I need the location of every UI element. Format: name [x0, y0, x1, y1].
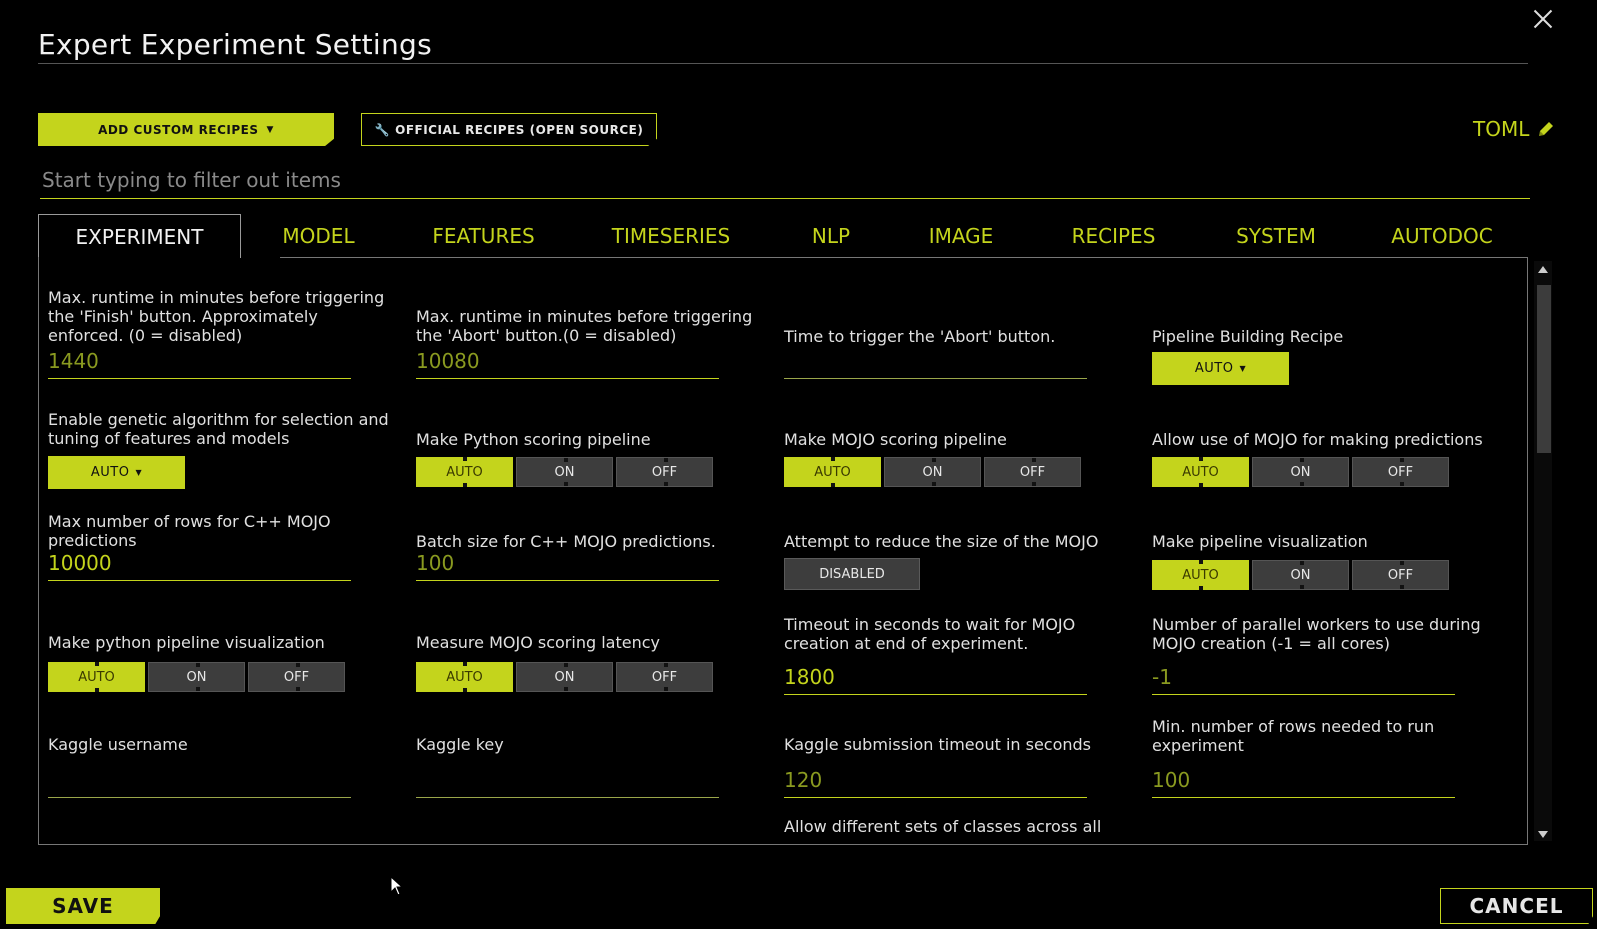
pipeline-viz-auto[interactable]: AUTO: [1152, 560, 1249, 590]
pipeline-viz-label: Make pipeline visualization: [1152, 532, 1368, 551]
tab-nlp[interactable]: NLP: [771, 214, 891, 258]
filter-input[interactable]: Start typing to filter out items: [40, 166, 1530, 199]
toml-button[interactable]: TOML: [1473, 117, 1555, 141]
abort-runtime-label: Max. runtime in minutes before triggerin…: [416, 307, 753, 345]
mojo-scoring-toggle: AUTO ON OFF: [784, 457, 1081, 487]
tab-image[interactable]: IMAGE: [891, 214, 1031, 258]
mojo-latency-toggle: AUTO ON OFF: [416, 662, 713, 692]
abort-runtime-input[interactable]: 10080: [416, 344, 719, 379]
kaggle-key-input[interactable]: [416, 763, 719, 798]
tab-system[interactable]: SYSTEM: [1196, 214, 1356, 258]
mojo-predictions-toggle: AUTO ON OFF: [1152, 457, 1449, 487]
python-pipeline-viz-toggle: AUTO ON OFF: [48, 662, 345, 692]
scrollbar-thumb[interactable]: [1537, 285, 1551, 453]
mouse-cursor-icon: [390, 876, 404, 896]
reduce-mojo-label: Attempt to reduce the size of the MOJO: [784, 532, 1099, 551]
tab-model[interactable]: MODEL: [241, 214, 396, 258]
wrench-icon: 🔧: [374, 122, 391, 137]
pipeline-recipe-value: AUTO: [1194, 361, 1234, 376]
title-divider: [38, 63, 1528, 64]
mojo-scoring-on[interactable]: ON: [884, 457, 981, 487]
mojo-predictions-on[interactable]: ON: [1252, 457, 1349, 487]
mojo-timeout-input[interactable]: 1800: [784, 660, 1087, 695]
finish-runtime-label: Max. runtime in minutes before triggerin…: [48, 288, 385, 345]
max-rows-mojo-label: Max number of rows for C++ MOJO predicti…: [48, 512, 331, 550]
tab-recipes[interactable]: RECIPES: [1031, 214, 1196, 258]
kaggle-username-label: Kaggle username: [48, 735, 188, 754]
python-scoring-on[interactable]: ON: [516, 457, 613, 487]
kaggle-username-input[interactable]: [48, 763, 351, 798]
python-pipeline-viz-auto[interactable]: AUTO: [48, 662, 145, 692]
official-recipes-button[interactable]: 🔧 OFFICIAL RECIPES (OPEN SOURCE): [361, 113, 657, 146]
mojo-predictions-off[interactable]: OFF: [1352, 457, 1449, 487]
mojo-latency-off[interactable]: OFF: [616, 662, 713, 692]
kaggle-timeout-input[interactable]: 120: [784, 763, 1087, 798]
kaggle-key-label: Kaggle key: [416, 735, 504, 754]
pipeline-viz-off[interactable]: OFF: [1352, 560, 1449, 590]
min-rows-input[interactable]: 100: [1152, 763, 1455, 798]
genetic-algo-label: Enable genetic algorithm for selection a…: [48, 410, 389, 448]
add-custom-recipes-button[interactable]: ADD CUSTOM RECIPES ▼: [38, 113, 334, 146]
genetic-algo-dropdown[interactable]: AUTO ▼: [48, 456, 185, 489]
caret-down-icon: ▼: [135, 468, 143, 477]
python-pipeline-viz-label: Make python pipeline visualization: [48, 633, 325, 652]
python-pipeline-viz-off[interactable]: OFF: [248, 662, 345, 692]
mojo-latency-label: Measure MOJO scoring latency: [416, 633, 660, 652]
pipeline-viz-on[interactable]: ON: [1252, 560, 1349, 590]
genetic-algo-value: AUTO: [90, 465, 130, 480]
mojo-workers-label: Number of parallel workers to use during…: [1152, 615, 1481, 653]
mojo-workers-input[interactable]: -1: [1152, 660, 1455, 695]
kaggle-timeout-label: Kaggle submission timeout in seconds: [784, 735, 1092, 754]
scroll-down-icon[interactable]: [1538, 831, 1548, 838]
caret-down-icon: ▼: [1239, 364, 1247, 373]
mojo-timeout-label: Timeout in seconds to wait for MOJO crea…: [784, 615, 1076, 653]
python-pipeline-viz-on[interactable]: ON: [148, 662, 245, 692]
min-rows-label: Min. number of rows needed to run experi…: [1152, 717, 1435, 755]
tab-autodoc[interactable]: AUTODOC: [1356, 214, 1528, 258]
caret-down-icon: ▼: [266, 124, 274, 135]
python-scoring-toggle: AUTO ON OFF: [416, 457, 713, 487]
cancel-button[interactable]: CANCEL: [1440, 888, 1593, 924]
add-custom-recipes-label: ADD CUSTOM RECIPES: [98, 122, 259, 137]
pipeline-recipe-dropdown[interactable]: AUTO ▼: [1152, 352, 1289, 385]
reduce-mojo-button[interactable]: DISABLED: [784, 558, 920, 590]
max-rows-mojo-input[interactable]: 10000: [48, 546, 351, 581]
pencil-icon: [1539, 122, 1554, 136]
pipeline-viz-toggle: AUTO ON OFF: [1152, 560, 1449, 590]
tab-features[interactable]: FEATURES: [396, 214, 571, 258]
filter-placeholder: Start typing to filter out items: [42, 168, 341, 192]
toml-label: TOML: [1473, 117, 1530, 141]
mojo-scoring-label: Make MOJO scoring pipeline: [784, 430, 1007, 449]
mojo-scoring-auto[interactable]: AUTO: [784, 457, 881, 487]
close-icon[interactable]: [1530, 6, 1556, 32]
python-scoring-off[interactable]: OFF: [616, 457, 713, 487]
python-scoring-auto[interactable]: AUTO: [416, 457, 513, 487]
tab-bar: EXPERIMENT MODEL FEATURES TIMESERIES NLP…: [38, 214, 1528, 258]
finish-runtime-input[interactable]: 1440: [48, 344, 351, 379]
diff-classes-label: Allow different sets of classes across a…: [784, 817, 1102, 836]
mojo-scoring-off[interactable]: OFF: [984, 457, 1081, 487]
tab-experiment[interactable]: EXPERIMENT: [38, 214, 241, 258]
mojo-predictions-label: Allow use of MOJO for making predictions: [1152, 430, 1483, 449]
save-button[interactable]: SAVE: [6, 888, 160, 924]
mojo-latency-on[interactable]: ON: [516, 662, 613, 692]
mojo-latency-auto[interactable]: AUTO: [416, 662, 513, 692]
mojo-predictions-auto[interactable]: AUTO: [1152, 457, 1249, 487]
pipeline-recipe-label: Pipeline Building Recipe: [1152, 327, 1344, 346]
scroll-up-icon[interactable]: [1538, 266, 1548, 273]
dialog-title: Expert Experiment Settings: [38, 28, 432, 61]
python-scoring-label: Make Python scoring pipeline: [416, 430, 651, 449]
batch-size-mojo-input[interactable]: 100: [416, 546, 719, 581]
tab-timeseries[interactable]: TIMESERIES: [571, 214, 771, 258]
abort-time-input[interactable]: [784, 344, 1087, 379]
official-recipes-label: OFFICIAL RECIPES (OPEN SOURCE): [395, 122, 644, 137]
